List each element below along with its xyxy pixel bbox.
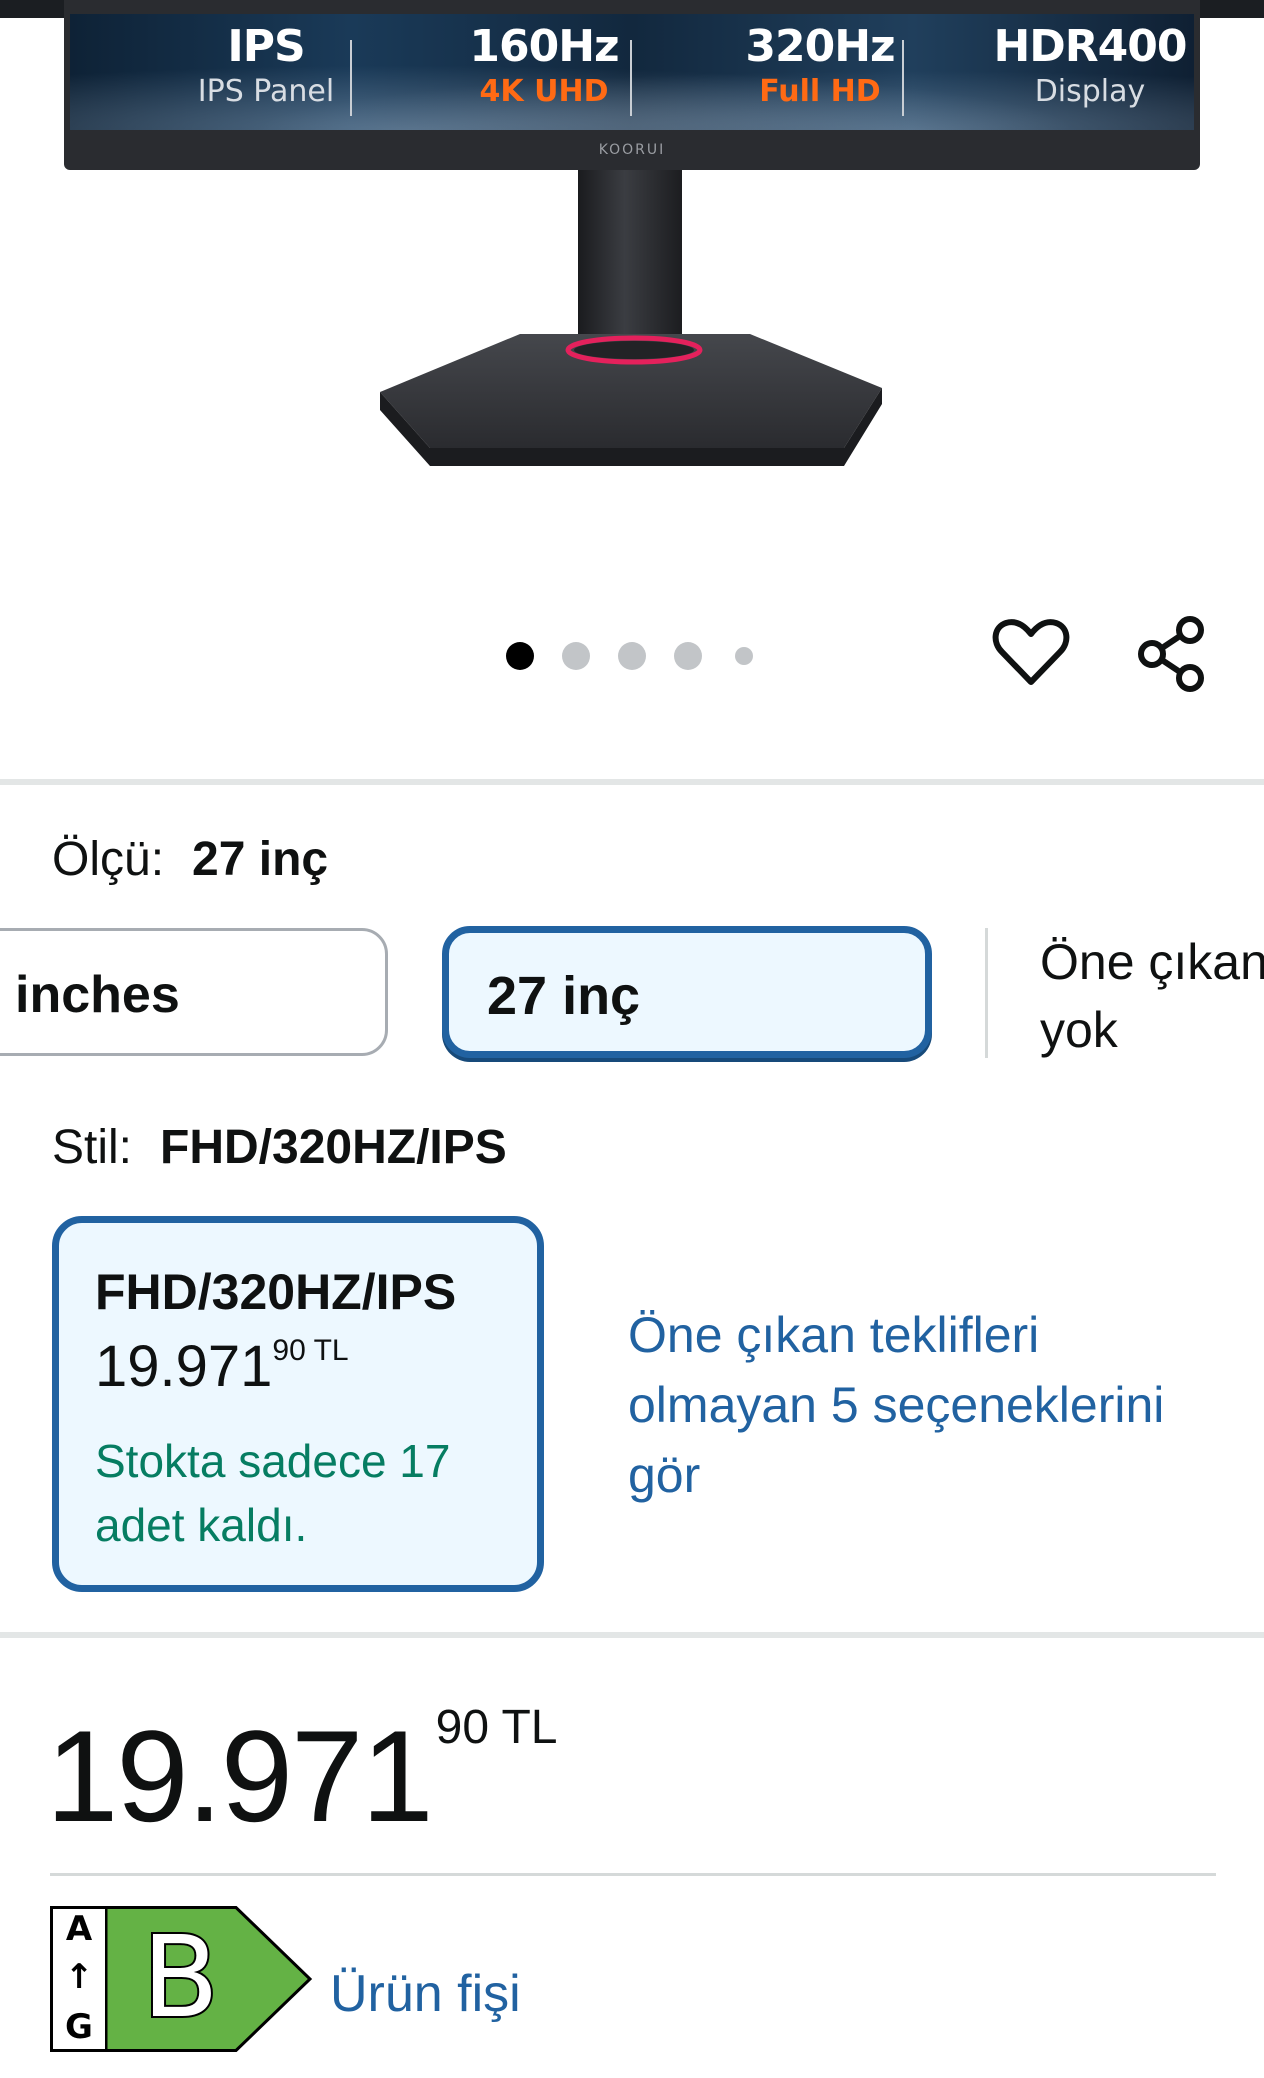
size-label-text: Ölçü: [52, 833, 165, 886]
style-label-text: Stil: [52, 1121, 133, 1174]
size-more-options-link[interactable]: Öne çıkan yok [1040, 928, 1264, 1064]
monitor-brand-logo: KOORUI [598, 142, 666, 158]
carousel-dot[interactable] [674, 642, 702, 670]
spec-subtitle: Full HD [759, 74, 881, 109]
style-price-currency: TL [313, 1334, 349, 1367]
energy-scale: A ↑ G [50, 1906, 108, 2052]
carousel-dot[interactable] [562, 642, 590, 670]
size-more-line-2: yok [1040, 1002, 1118, 1058]
monitor-stand-base [380, 334, 882, 466]
style-option-price: 19.97190 TL [95, 1333, 349, 1400]
stock-status: Stokta sadece 17 adet kaldı. [95, 1435, 451, 1551]
style-price-whole: 19.971 [95, 1334, 273, 1399]
style-selector-label: Stil: FHD/320HZ/IPS [52, 1120, 507, 1175]
product-sheet-link[interactable]: Ürün fişi [330, 1964, 521, 2024]
style-selected-value: FHD/320HZ/IPS [160, 1121, 507, 1174]
spec-320hz: 320Hz Full HD [700, 20, 940, 110]
size-selected-value: 27 inç [192, 833, 329, 886]
spec-160hz: 160Hz 4K UHD [424, 20, 664, 110]
share-icon [1138, 616, 1204, 692]
carousel-dot[interactable] [618, 642, 646, 670]
size-options-divider [985, 928, 988, 1058]
style-option-card-selected[interactable]: FHD/320HZ/IPS 19.97190 TL Stokta sadece … [52, 1216, 544, 1592]
monitor-screen: IPS IPS Panel 160Hz 4K UHD 320Hz Full HD… [70, 14, 1194, 130]
section-divider [0, 779, 1264, 785]
price-divider [50, 1873, 1216, 1876]
spec-divider [630, 40, 632, 116]
energy-scale-top: A [65, 1909, 93, 1949]
see-more-options-link[interactable]: Öne çıkan teklifleri olmayan 5 seçenekle… [628, 1300, 1188, 1510]
size-option-label: inches [15, 966, 180, 1024]
share-button[interactable] [1132, 612, 1214, 694]
size-option-27-inch-selected[interactable]: 27 inç [442, 926, 932, 1058]
spec-title: 160Hz [469, 21, 619, 72]
spec-subtitle: 4K UHD [479, 74, 609, 109]
size-option-inches[interactable]: inches [0, 928, 388, 1056]
product-price: 19.97190 TL [46, 1700, 558, 1841]
spec-divider [350, 40, 352, 116]
spec-divider [902, 40, 904, 116]
price-currency: TL [501, 1701, 558, 1754]
energy-grade-letter: B [140, 1911, 221, 2045]
spec-title: 320Hz [745, 21, 895, 72]
style-price-fraction: 90 [272, 1334, 306, 1367]
spec-subtitle: Display [1034, 74, 1146, 109]
price-fraction: 90 [435, 1701, 490, 1754]
energy-efficiency-label[interactable]: A ↑ G B [50, 1906, 320, 2052]
carousel-dot-active[interactable] [506, 642, 534, 670]
spec-title: HDR400 [993, 21, 1187, 72]
size-more-line-1: Öne çıkan [1040, 934, 1264, 990]
arrow-up-icon: ↑ [64, 1957, 94, 1997]
energy-scale-bottom: G [65, 2007, 93, 2047]
section-divider [0, 1632, 1264, 1638]
heart-icon [992, 619, 1070, 685]
spec-hdr400: HDR400 Display [970, 20, 1194, 110]
product-image[interactable]: IPS IPS Panel 160Hz 4K UHD 320Hz Full HD… [0, 0, 1264, 560]
add-to-wishlist-button[interactable] [990, 612, 1072, 694]
size-option-label: 27 inç [487, 966, 641, 1026]
carousel-dot[interactable] [735, 647, 753, 665]
style-option-name: FHD/320HZ/IPS [95, 1264, 457, 1320]
price-whole: 19.971 [46, 1703, 434, 1849]
size-selector-label: Ölçü: 27 inç [52, 832, 328, 887]
